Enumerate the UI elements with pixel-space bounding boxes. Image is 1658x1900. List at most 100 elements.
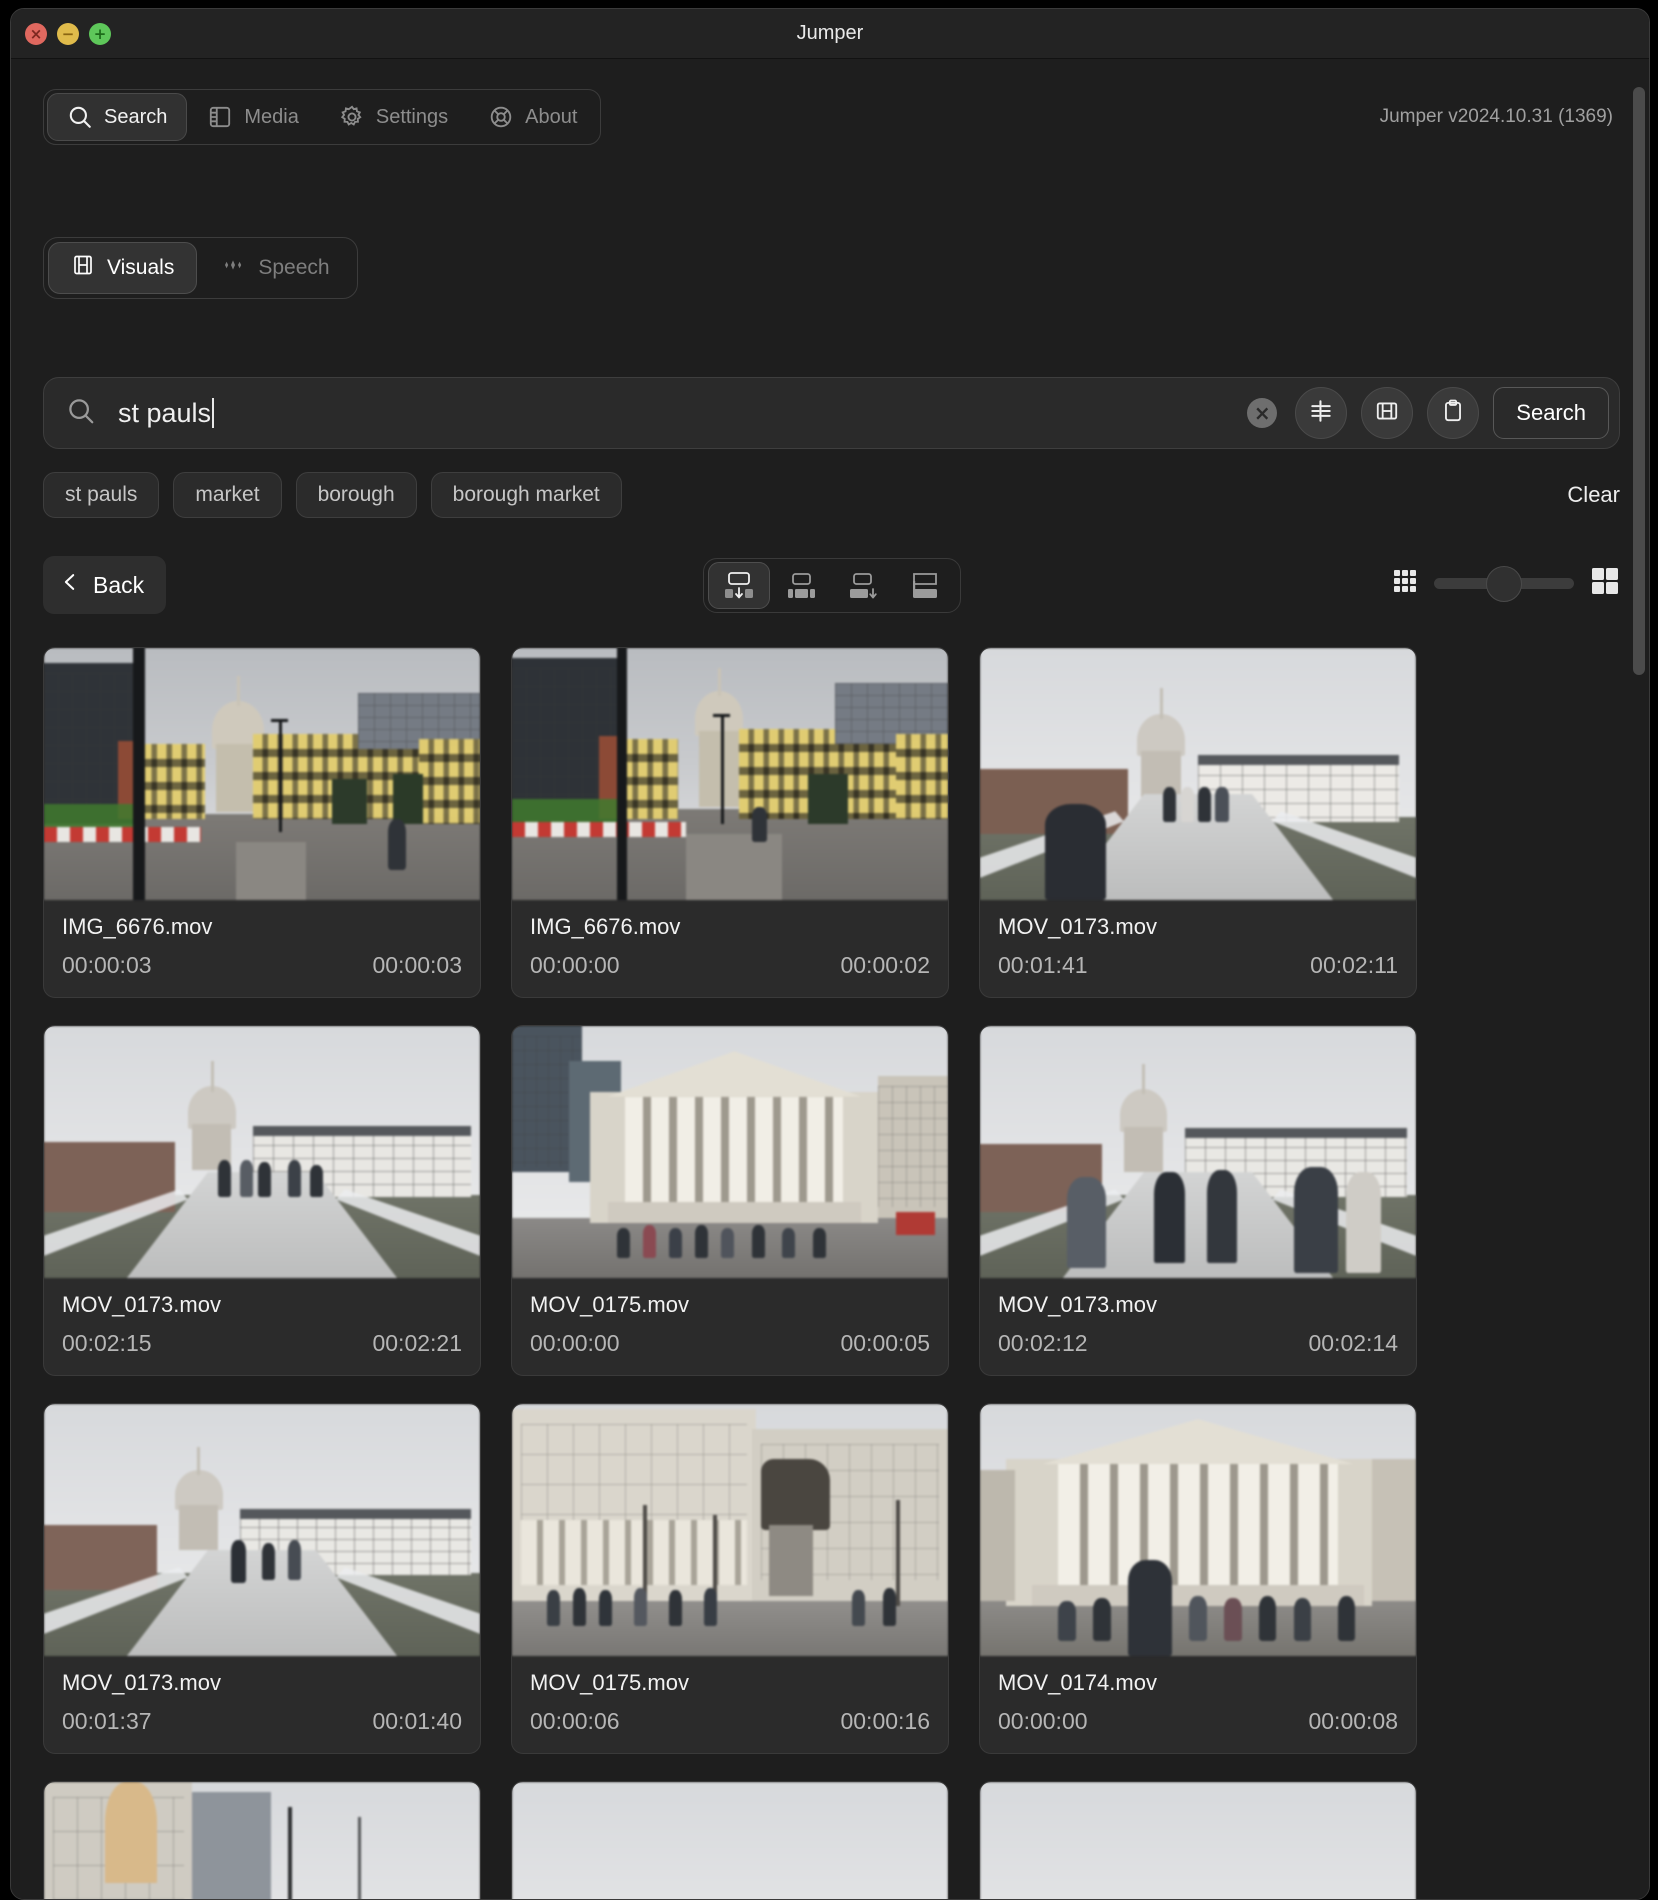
close-circle-icon[interactable]: × [1247,398,1278,428]
waveform-icon [220,253,246,283]
search-mode-toggle: Visuals Speech [43,237,358,299]
view-mode-frame-down[interactable] [707,562,770,609]
result-meta: MOV_0173.mov 00:01:37 00:01:40 [44,1656,480,1753]
sliders-icon [1308,398,1334,429]
result-card[interactable] [43,1781,481,1899]
result-card[interactable]: MOV_0175.mov 00:00:00 00:00:05 [511,1025,949,1376]
result-filename: MOV_0173.mov [62,1292,221,1317]
result-filename: MOV_0173.mov [998,1292,1157,1317]
result-card[interactable]: MOV_0173.mov 00:02:15 00:02:21 [43,1025,481,1376]
result-card[interactable]: MOV_0174.mov 00:00:00 00:00:08 [979,1403,1417,1754]
result-times: 00:00:03 00:00:03 [62,952,462,979]
result-end-time: 00:02:11 [1310,952,1398,978]
grid-3x3-icon[interactable] [1392,568,1418,599]
result-start-time: 00:01:41 [998,952,1088,978]
content-area: Search Media Settings About Jumper v2024… [11,59,1649,1899]
title-bar: × − + Jumper [11,9,1649,59]
mode-speech-label: Speech [258,256,330,279]
mode-speech[interactable]: Speech [197,242,352,294]
result-end-time: 00:01:40 [372,1708,462,1734]
mode-visuals[interactable]: Visuals [48,242,198,294]
result-filename: MOV_0175.mov [530,1292,689,1317]
view-mode-stack-down[interactable] [832,562,894,609]
result-card[interactable] [511,1781,949,1899]
result-card[interactable]: MOV_0173.mov 00:02:12 00:02:14 [979,1025,1417,1376]
result-end-time: 00:00:03 [372,952,462,978]
chip-borough[interactable]: borough [295,472,417,518]
result-end-time: 00:00:16 [840,1708,930,1734]
slider-knob[interactable] [1486,565,1522,602]
nav-row: Search Media Settings About Jumper v2024… [11,89,1649,145]
result-start-time: 00:02:15 [62,1330,152,1356]
main-tabs: Search Media Settings About [43,89,602,145]
result-card[interactable]: MOV_0173.mov 00:01:41 00:02:11 [979,647,1417,998]
search-button[interactable]: Search [1493,387,1609,439]
result-filename: MOV_0174.mov [998,1670,1157,1695]
result-end-time: 00:02:14 [1308,1330,1398,1356]
result-meta: MOV_0174.mov 00:00:00 00:00:08 [980,1656,1416,1753]
result-meta: MOV_0173.mov 00:01:41 00:02:11 [980,900,1416,997]
result-filename: IMG_6676.mov [62,914,213,939]
result-end-time: 00:00:02 [840,952,930,978]
video-thumbnail [44,1404,480,1656]
thumbnail-size-slider[interactable] [1434,565,1574,602]
view-mode-split[interactable] [894,562,956,609]
result-times: 00:01:41 00:02:11 [998,952,1398,979]
app-version-label: Jumper v2024.10.31 (1369) [1379,106,1613,127]
result-card[interactable] [979,1781,1417,1899]
film-icon [1374,398,1400,429]
tab-about[interactable]: About [468,93,597,141]
search-bar: st pauls × Search [43,377,1620,449]
clipboard-button[interactable] [1427,387,1480,439]
view-mode-switcher [702,558,961,613]
app-window: × − + Jumper Search Media Settings About… [10,8,1650,1900]
result-filename: MOV_0173.mov [998,914,1157,939]
results-grid-container[interactable]: IMG_6676.mov 00:00:03 00:00:03 IMG_6676.… [43,647,1623,1899]
result-card[interactable]: MOV_0173.mov 00:01:37 00:01:40 [43,1403,481,1754]
result-card[interactable]: IMG_6676.mov 00:00:03 00:00:03 [43,647,481,998]
chip-market[interactable]: market [173,472,282,518]
back-button[interactable]: Back [43,556,167,614]
result-meta: MOV_0173.mov 00:02:15 00:02:21 [44,1278,480,1375]
view-mode-row[interactable] [770,562,832,609]
result-filename: IMG_6676.mov [530,914,681,939]
result-start-time: 00:00:03 [62,952,152,978]
video-thumbnail [44,1026,480,1278]
film-icon [207,104,233,130]
tab-media[interactable]: Media [187,93,318,141]
tab-search[interactable]: Search [47,93,188,141]
video-thumbnail [512,1026,948,1278]
lifebuoy-icon [488,104,514,130]
result-meta: MOV_0173.mov 00:02:12 00:02:14 [980,1278,1416,1375]
clipboard-icon [1440,398,1466,429]
clear-suggestions-link[interactable]: Clear [1567,482,1620,508]
chip-borough-market[interactable]: borough market [430,472,622,518]
result-start-time: 00:00:00 [998,1708,1088,1734]
result-card[interactable]: MOV_0175.mov 00:00:06 00:00:16 [511,1403,949,1754]
media-filter-button[interactable] [1361,387,1414,439]
result-times: 00:00:00 00:00:02 [530,952,930,979]
result-times: 00:00:06 00:00:16 [530,1708,930,1735]
result-start-time: 00:02:12 [998,1330,1088,1356]
grid-2x2-icon[interactable] [1590,566,1620,601]
video-thumbnail [44,1782,480,1899]
video-thumbnail [512,1782,948,1899]
tab-media-label: Media [244,105,299,128]
filter-button[interactable] [1295,387,1348,439]
chip-st-pauls[interactable]: st pauls [43,472,160,518]
result-card[interactable]: IMG_6676.mov 00:00:00 00:00:02 [511,647,949,998]
tab-about-label: About [525,105,578,128]
result-start-time: 00:00:00 [530,1330,620,1356]
result-times: 00:00:00 00:00:08 [998,1708,1398,1735]
video-thumbnail [512,1404,948,1656]
search-input[interactable]: st pauls [118,378,1247,448]
result-times: 00:02:15 00:02:21 [62,1330,462,1357]
text-caret [212,398,215,428]
mode-visuals-label: Visuals [107,256,175,279]
back-button-label: Back [93,571,145,598]
thumbnail-size-control [1392,565,1620,602]
search-icon [67,104,93,130]
tab-settings[interactable]: Settings [319,93,468,141]
result-times: 00:00:00 00:00:05 [530,1330,930,1357]
vertical-scrollbar[interactable] [1633,87,1645,675]
